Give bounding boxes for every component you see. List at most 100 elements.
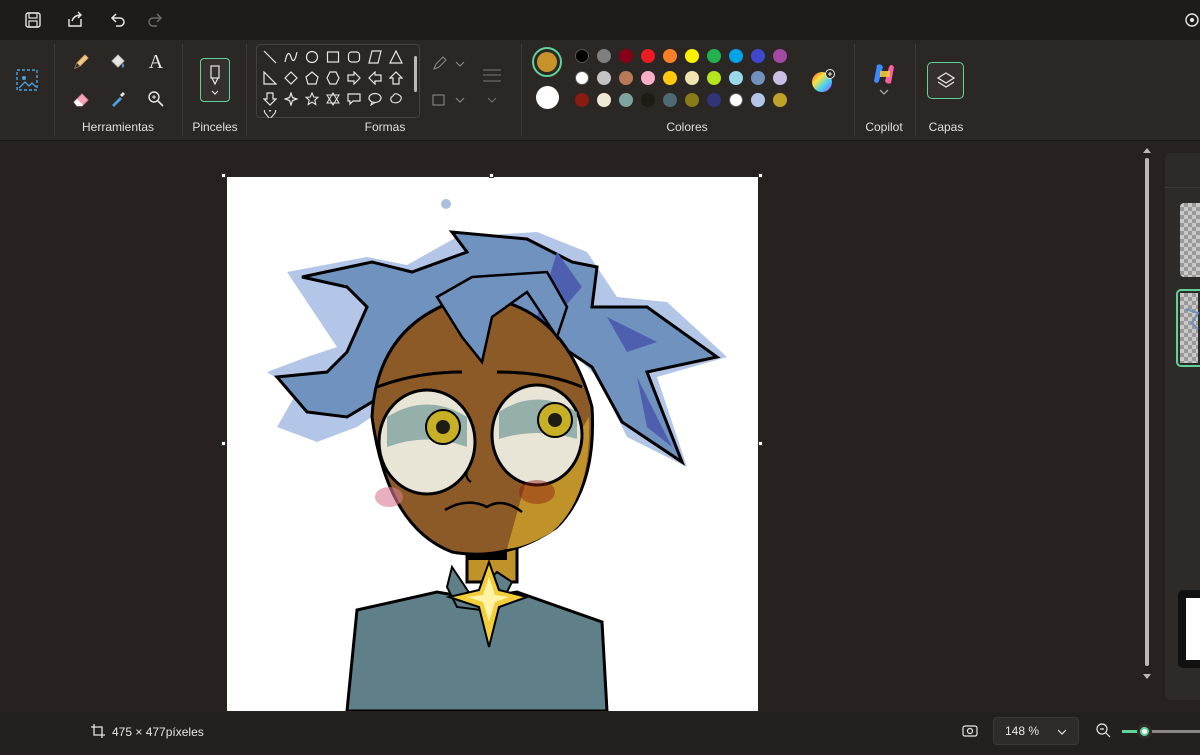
- color-swatch[interactable]: [729, 49, 743, 63]
- image-select-icon[interactable]: [13, 66, 41, 94]
- chevron-down-icon: [1057, 729, 1067, 735]
- color-swatch[interactable]: [597, 71, 611, 85]
- canvas-dimensions: 475 × 477píxeles: [112, 725, 204, 739]
- five-point-star-shape-icon[interactable]: [303, 90, 321, 108]
- color-swatch[interactable]: [619, 71, 633, 85]
- vertical-scrollbar[interactable]: [1141, 142, 1153, 712]
- six-point-star-shape-icon[interactable]: [324, 90, 342, 108]
- color-swatch[interactable]: [751, 93, 765, 107]
- zoom-slider[interactable]: [1122, 724, 1200, 739]
- color-swatch[interactable]: [575, 49, 589, 63]
- settings-icon[interactable]: [1180, 8, 1200, 32]
- color-swatch[interactable]: [685, 71, 699, 85]
- hexagon-shape-icon[interactable]: [324, 69, 342, 87]
- resize-handle-right[interactable]: [758, 441, 763, 446]
- right-arrow-shape-icon[interactable]: [345, 69, 363, 87]
- eraser-icon[interactable]: [67, 85, 95, 113]
- color-swatch[interactable]: [641, 93, 655, 107]
- right-triangle-shape-icon[interactable]: [261, 69, 279, 87]
- size-chevron-icon[interactable]: [482, 86, 502, 114]
- color-swatch[interactable]: [575, 71, 589, 85]
- brushes-button[interactable]: [200, 58, 230, 102]
- heart-shape-icon[interactable]: [261, 110, 279, 118]
- layer-thumbnail-color[interactable]: [1176, 289, 1200, 367]
- resize-handle-top[interactable]: [489, 173, 494, 178]
- color-swatch[interactable]: [619, 49, 633, 63]
- layer-thumbnail-sketch[interactable]: [1180, 203, 1200, 277]
- up-arrow-shape-icon[interactable]: [387, 69, 405, 87]
- separator: [521, 44, 522, 136]
- redo-icon[interactable]: [143, 8, 167, 32]
- save-icon[interactable]: [21, 8, 45, 32]
- edit-colors-icon[interactable]: [809, 67, 837, 95]
- color-swatch[interactable]: [729, 71, 743, 85]
- left-arrow-shape-icon[interactable]: [366, 69, 384, 87]
- diamond-shape-icon[interactable]: [282, 69, 300, 87]
- color-swatch[interactable]: [663, 93, 677, 107]
- resize-handle-top-left[interactable]: [221, 173, 226, 178]
- color-swatch[interactable]: [751, 71, 765, 85]
- rectangle-callout-shape-icon[interactable]: [345, 90, 363, 108]
- layers-panel: [1165, 153, 1200, 700]
- pentagon-shape-icon[interactable]: [303, 69, 321, 87]
- color-picker-icon[interactable]: [104, 85, 132, 113]
- color-swatch[interactable]: [773, 71, 787, 85]
- separator: [182, 44, 183, 136]
- resize-handle-top-right[interactable]: [758, 173, 763, 178]
- layer-thumbnail-background[interactable]: [1178, 590, 1200, 668]
- group-label-layers: Capas: [928, 120, 964, 134]
- undo-icon[interactable]: [106, 8, 130, 32]
- rectangle-shape-icon[interactable]: [324, 48, 342, 66]
- color-swatch[interactable]: [685, 93, 699, 107]
- fill-bucket-icon[interactable]: [104, 48, 132, 76]
- zoom-dropdown[interactable]: 148 %: [993, 717, 1079, 745]
- line-shape-icon[interactable]: [261, 48, 279, 66]
- secondary-color-button[interactable]: [536, 86, 559, 109]
- fit-to-window-icon[interactable]: [962, 723, 978, 739]
- four-point-star-shape-icon[interactable]: [282, 90, 300, 108]
- scrollbar-thumb[interactable]: [1145, 158, 1149, 666]
- share-icon[interactable]: [63, 8, 87, 32]
- color-swatch[interactable]: [641, 49, 655, 63]
- zoom-out-icon[interactable]: [1095, 722, 1111, 738]
- resize-handle-left[interactable]: [221, 441, 226, 446]
- oval-shape-icon[interactable]: [303, 48, 321, 66]
- color-swatch[interactable]: [773, 49, 787, 63]
- shapes-scrollbar[interactable]: [414, 56, 417, 92]
- polygon-shape-icon[interactable]: [366, 48, 384, 66]
- group-label-brushes: Pinceles: [192, 120, 238, 134]
- color-swatch[interactable]: [575, 93, 589, 107]
- color-swatch[interactable]: [641, 71, 655, 85]
- primary-color-button[interactable]: [532, 47, 562, 77]
- color-swatch[interactable]: [597, 93, 611, 107]
- color-swatch[interactable]: [729, 93, 743, 107]
- text-tool-icon[interactable]: A: [142, 48, 170, 76]
- color-swatch[interactable]: [685, 49, 699, 63]
- drawing-canvas[interactable]: [227, 177, 758, 711]
- pencil-icon[interactable]: [67, 48, 95, 76]
- color-swatch[interactable]: [597, 49, 611, 63]
- outline-dropdown[interactable]: [428, 50, 468, 78]
- magnifier-icon[interactable]: [142, 85, 170, 113]
- layers-button[interactable]: [927, 62, 964, 99]
- zoom-slider-thumb[interactable]: [1137, 724, 1152, 739]
- copilot-icon[interactable]: [870, 60, 898, 88]
- fill-dropdown[interactable]: [428, 86, 468, 114]
- curve-shape-icon[interactable]: [282, 48, 300, 66]
- color-swatch[interactable]: [663, 49, 677, 63]
- primary-color-swatch: [537, 52, 557, 72]
- rounded-rectangle-shape-icon[interactable]: [345, 48, 363, 66]
- color-swatch[interactable]: [773, 93, 787, 107]
- color-swatch[interactable]: [619, 93, 633, 107]
- down-arrow-shape-icon[interactable]: [261, 90, 279, 108]
- color-swatch[interactable]: [707, 93, 721, 107]
- color-swatch[interactable]: [751, 49, 765, 63]
- canvas-size-icon: [91, 724, 105, 738]
- color-swatch[interactable]: [707, 49, 721, 63]
- color-swatch[interactable]: [707, 71, 721, 85]
- copilot-chevron-icon[interactable]: [877, 86, 891, 98]
- triangle-shape-icon[interactable]: [387, 48, 405, 66]
- cloud-callout-shape-icon[interactable]: [387, 90, 405, 108]
- color-swatch[interactable]: [663, 71, 677, 85]
- oval-callout-shape-icon[interactable]: [366, 90, 384, 108]
